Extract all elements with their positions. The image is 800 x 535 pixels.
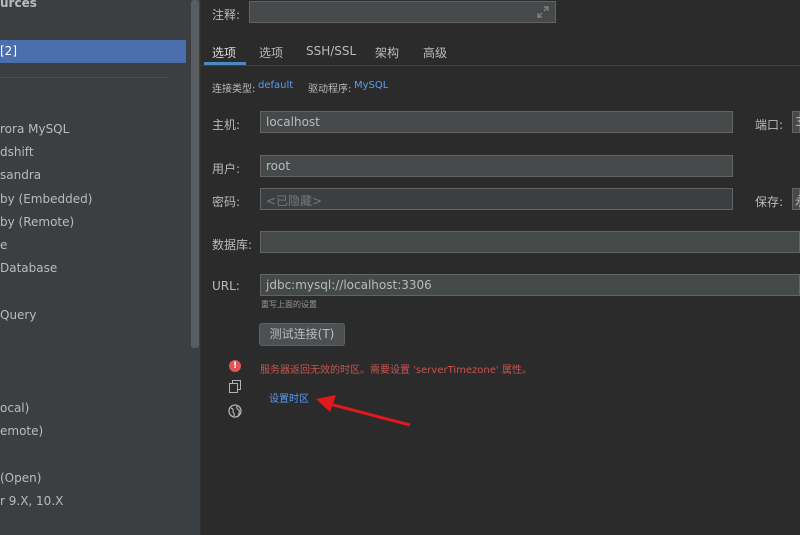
annotation-arrow — [316, 395, 411, 427]
